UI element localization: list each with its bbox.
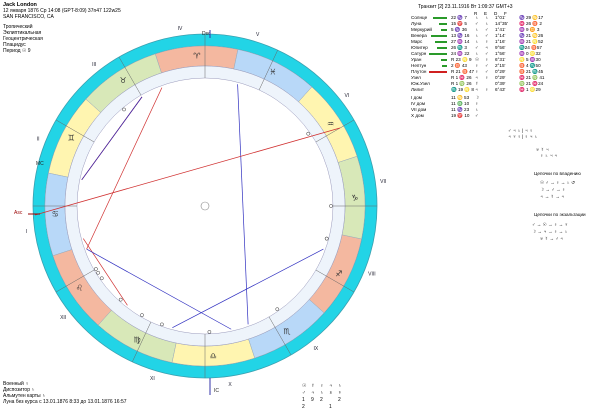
element-count-cell: ☿ bbox=[311, 383, 315, 389]
planet-rulership: ♀ bbox=[485, 87, 489, 92]
planet-row[interactable]: Лилит ♏ 19 ♌ 8 ♃ ♀ 6°43' ♓ 1 ♌29 bbox=[411, 87, 591, 93]
house-number: VIII bbox=[368, 271, 376, 277]
strength-bar bbox=[442, 65, 447, 67]
element-count-cell: 2 bbox=[338, 397, 341, 403]
planet-exaltation: 6°43' bbox=[495, 87, 506, 92]
house-number: XI bbox=[150, 376, 155, 382]
planet-marker bbox=[140, 313, 144, 317]
house-number: II bbox=[37, 137, 40, 143]
element-count-cell: ♃ bbox=[329, 383, 333, 389]
zodiac-sign-glyph: ♊ bbox=[68, 134, 75, 143]
planet-ruler: ♂ bbox=[475, 113, 479, 118]
owner-chain-1: ☉ ♂ → ♀ → ♄ ↺ bbox=[540, 180, 576, 185]
planet-position: ♏ 19 ♌ 8 bbox=[451, 87, 474, 92]
zodiac-sign-glyph: ♍ bbox=[134, 335, 141, 344]
house-number: IX bbox=[313, 346, 318, 352]
planet-fall: ♓ 1 ♌29 bbox=[519, 87, 541, 92]
zodiac-sign-glyph: ♈ bbox=[193, 52, 200, 61]
house-number: VII bbox=[380, 179, 386, 185]
owner-chains-title: Цепочки по владению bbox=[534, 171, 581, 176]
zodiac-sign-glyph: ♏ bbox=[283, 327, 291, 336]
planet-marker bbox=[306, 131, 311, 136]
zodiac-sign-glyph: ♌ bbox=[76, 283, 83, 292]
house-number: XII bbox=[60, 315, 66, 321]
exalt-chain-2: ☽ → ♃ → ♀ → ♄ bbox=[532, 229, 568, 234]
planet-marker bbox=[160, 322, 164, 327]
planet-marker bbox=[329, 204, 333, 208]
strength-bar bbox=[439, 23, 447, 25]
zodiac-sign-glyph: ♑ bbox=[351, 193, 358, 202]
house-number: III bbox=[92, 62, 96, 68]
planet-marker bbox=[118, 297, 123, 302]
strength-bar bbox=[441, 29, 447, 31]
element-count-cell: ♄ bbox=[320, 390, 324, 396]
strength-bar bbox=[429, 71, 447, 73]
planet-ruler: ♃ bbox=[475, 87, 479, 92]
element-count-cell: ♄ bbox=[338, 383, 342, 389]
ic-label: IC bbox=[214, 388, 219, 394]
house-number: I bbox=[26, 229, 27, 235]
strength-bar bbox=[433, 17, 447, 19]
house-number: X bbox=[228, 382, 232, 388]
element-counts: ☉ ☿ ♀ ♃ ♄ ♂ ♃ ♄ ♅ ♆ 1 9 2 2 2 1 bbox=[302, 383, 352, 413]
bottom-void-moon: Луна без курса с 13.01.1876 8:33 до 13.0… bbox=[3, 399, 127, 405]
element-count-cell: ♂ bbox=[302, 390, 306, 396]
zodiac-sign-glyph: ♐ bbox=[335, 269, 342, 278]
transit-header: Транзит [2] 23.11.1916 Вт 1:09:37 GMT+3 bbox=[418, 4, 513, 10]
element-count-cell: ♅ bbox=[329, 390, 333, 396]
element-count-cell: ☉ bbox=[302, 383, 307, 389]
planet-marker bbox=[275, 307, 280, 312]
planet-marker bbox=[122, 107, 126, 112]
element-count-cell: 1 bbox=[329, 404, 332, 410]
strength-bar bbox=[441, 59, 447, 61]
zodiac-sign-glyph: ♒ bbox=[327, 120, 334, 129]
mc-label: MC bbox=[36, 161, 44, 167]
element-count-cell: 1 bbox=[302, 397, 305, 403]
house-number: VI bbox=[344, 93, 349, 99]
planet-name: Лилит bbox=[411, 87, 424, 92]
element-count-cell: 9 bbox=[311, 397, 314, 403]
natal-chart-wheel[interactable]: ♈♉♊♋♌♍♎♏♐♑♒♓IIIIIIIVVVIVIIVIIIIXXXIXIIAs… bbox=[0, 0, 410, 413]
zodiac-sign-glyph: ♉ bbox=[119, 76, 126, 85]
element-count-cell: 2 bbox=[320, 397, 323, 403]
zodiac-sign-glyph: ♎ bbox=[210, 351, 217, 360]
planet-marker bbox=[207, 330, 212, 334]
aspect-grid-row-2: ♃ ♆ ♀ | ♀ ♃ ♄ bbox=[508, 134, 538, 139]
exalt-chain-1: ♂ → ☉ → ♀ → ♆ bbox=[532, 222, 568, 227]
planet-marker bbox=[94, 267, 98, 271]
element-count-cell: ♆ bbox=[338, 390, 342, 396]
planet-name: X дом bbox=[411, 113, 424, 118]
planet-position: 19 ♈ 10 bbox=[451, 113, 470, 118]
asc-label: Asc bbox=[14, 210, 23, 216]
exalt-chains-title: Цепочки по экзальтации bbox=[534, 212, 586, 217]
strength-bar bbox=[429, 53, 447, 55]
element-count-cell: 2 bbox=[302, 404, 305, 410]
owner-chain-3: ♃ → ☿ → ♃ bbox=[540, 194, 565, 199]
planet-marker bbox=[96, 270, 100, 275]
strength-bar bbox=[431, 35, 447, 37]
owner-chain-2: ☽ → ♂ → ♀ bbox=[540, 187, 566, 192]
strength-bar bbox=[437, 47, 447, 49]
exalt-chain-3: ♅ ☿ → ♂ ♃ bbox=[540, 236, 564, 241]
zodiac-sign-glyph: ♓ bbox=[269, 68, 276, 77]
planet-row[interactable]: X дом 19 ♈ 10 ♂ bbox=[411, 113, 591, 119]
aspect-grid-row-4: ♀ ♄ ♃ ♃ bbox=[540, 153, 558, 158]
zodiac-sign-glyph: ♋ bbox=[52, 210, 59, 219]
house-number: V bbox=[256, 32, 260, 38]
house-number: IV bbox=[178, 26, 183, 32]
planet-marker bbox=[99, 276, 104, 281]
planet-marker bbox=[324, 236, 329, 241]
element-count-cell: ♃ bbox=[311, 390, 315, 396]
element-count-cell: ♀ bbox=[320, 383, 324, 389]
chart-center bbox=[200, 201, 210, 211]
strength-bar bbox=[435, 41, 447, 43]
